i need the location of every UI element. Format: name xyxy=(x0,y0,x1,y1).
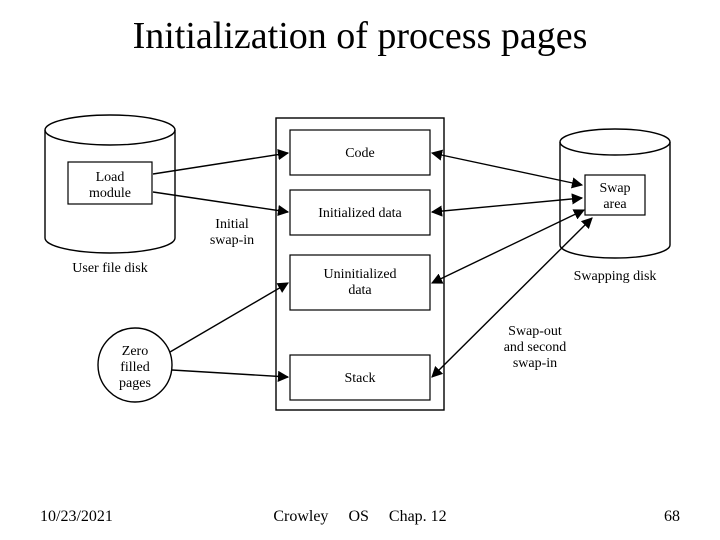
swap-area-2: area xyxy=(603,197,627,212)
segment-init-data: Initialized data xyxy=(318,206,402,221)
label-swapout-1: Swap-out xyxy=(508,324,562,339)
zero-line3: pages xyxy=(119,376,151,391)
process-address-space: Code Initialized data Uninitialized data… xyxy=(276,118,444,410)
arrow-uninit-swap xyxy=(432,210,584,283)
zero-line1: Zero xyxy=(122,344,148,359)
user-file-disk-caption: User file disk xyxy=(72,261,147,276)
arrow-loadmodule-to-code xyxy=(153,153,288,174)
process-pages-diagram: Load module User file disk Zero filled p… xyxy=(0,0,720,540)
segment-code: Code xyxy=(345,146,375,161)
footer-page: 68 xyxy=(664,508,680,526)
arrow-zero-to-stack xyxy=(172,370,288,377)
segment-stack: Stack xyxy=(344,371,375,386)
segment-uninit-2: data xyxy=(348,283,372,298)
swapping-disk-cylinder: Swap area xyxy=(560,129,670,258)
label-initial-swapin-1: Initial xyxy=(215,217,249,232)
label-swapout-3: swap-in xyxy=(513,356,557,371)
zero-filled-pages-circle: Zero filled pages xyxy=(98,328,172,402)
segment-uninit-1: Uninitialized xyxy=(323,267,396,282)
label-initial-swapin-2: swap-in xyxy=(210,233,254,248)
load-module-label-1: Load xyxy=(96,170,125,185)
slide: Initialization of process pages Load mod… xyxy=(0,0,720,540)
footer-author: Crowley xyxy=(273,508,328,525)
zero-line2: filled xyxy=(120,360,150,375)
label-swapout-2: and second xyxy=(504,340,567,355)
footer-chapter: Chap. 12 xyxy=(389,508,447,525)
user-file-disk-cylinder: Load module xyxy=(45,115,175,253)
swapping-disk-caption: Swapping disk xyxy=(574,269,657,284)
swap-area-1: Swap xyxy=(599,181,630,196)
arrow-zero-to-uninit xyxy=(170,283,288,352)
load-module-label-2: module xyxy=(89,186,131,201)
arrow-loadmodule-to-initdata xyxy=(153,192,288,212)
footer-center: Crowley OS Chap. 12 xyxy=(0,508,720,526)
footer-course: OS xyxy=(348,508,368,525)
